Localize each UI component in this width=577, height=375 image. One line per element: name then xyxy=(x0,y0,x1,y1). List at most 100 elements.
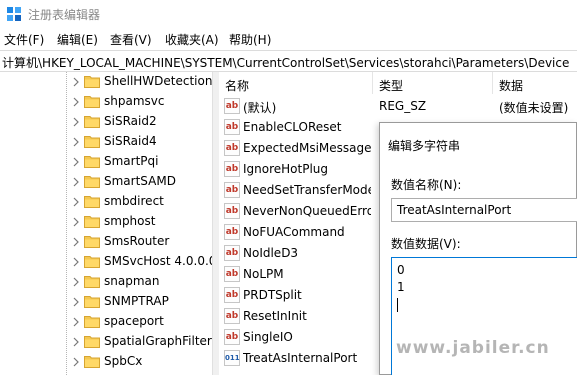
value-name: TreatAsInternalPort xyxy=(243,351,358,365)
tree-item[interactable]: SmartPqi xyxy=(0,152,212,172)
folder-icon xyxy=(84,256,100,268)
expand-arrow-icon[interactable] xyxy=(71,236,81,248)
expand-arrow-icon[interactable] xyxy=(71,256,81,268)
string-value-icon: ab xyxy=(224,161,240,177)
value-name: PRDTSplit xyxy=(243,288,302,302)
menu-view[interactable]: 查看(V) xyxy=(110,31,152,48)
folder-icon xyxy=(84,96,100,108)
folder-icon xyxy=(84,76,100,88)
folder-icon xyxy=(84,276,100,288)
menu-file[interactable]: 文件(F) xyxy=(4,31,44,48)
tree-item-label: shpamsvc xyxy=(104,94,165,108)
tree-item[interactable]: smbdirect xyxy=(0,192,212,212)
tree-item-label: SmartSAMD xyxy=(104,174,176,188)
tree-item-label: smphost xyxy=(104,214,156,228)
dialog-title: 编辑多字符串 xyxy=(388,139,461,153)
folder-icon xyxy=(84,196,100,208)
value-row[interactable]: ab (默认) REG_SZ (数值未设置) xyxy=(219,96,577,117)
tree-item-label: SpbCx xyxy=(104,354,143,368)
value-type: REG_SZ xyxy=(379,99,427,113)
folder-icon xyxy=(84,156,100,168)
value-name-field[interactable]: TreatAsInternalPort xyxy=(391,198,577,222)
string-value-icon: ab xyxy=(224,266,240,282)
tree-item-label: SpatialGraphFilter xyxy=(104,334,212,348)
value-name: SingleIO xyxy=(243,330,293,344)
expand-arrow-icon[interactable] xyxy=(71,356,81,368)
expand-arrow-icon[interactable] xyxy=(71,336,81,348)
tree-item[interactable]: SiSRaid2 xyxy=(0,112,212,132)
folder-icon xyxy=(84,316,100,328)
value-name-label: 数值名称(N): xyxy=(391,178,462,192)
menu-favorites[interactable]: 收藏夹(A) xyxy=(165,31,219,48)
expand-arrow-icon[interactable] xyxy=(71,276,81,288)
string-value-icon: ab xyxy=(224,329,240,345)
tree-item[interactable]: SiSRaid4 xyxy=(0,132,212,152)
value-name: (默认) xyxy=(243,101,277,115)
binary-value-icon: 011 xyxy=(224,350,240,366)
string-value-icon: ab xyxy=(224,245,240,261)
tree-item-label: SmartPqi xyxy=(104,154,159,168)
expand-arrow-icon[interactable] xyxy=(71,76,81,88)
folder-icon xyxy=(84,176,100,188)
expand-arrow-icon[interactable] xyxy=(71,216,81,228)
tree-item[interactable]: SNMPTRAP xyxy=(0,292,212,312)
tree-item-label: SmsRouter xyxy=(104,234,170,248)
watermark: www.jabiler.cn xyxy=(396,338,550,358)
tree-item[interactable]: smphost xyxy=(0,212,212,232)
tree-item[interactable]: SmartSAMD xyxy=(0,172,212,192)
tree-item[interactable]: snapman xyxy=(0,272,212,292)
string-value-icon: ab xyxy=(224,308,240,324)
address-path[interactable]: 计算机\HKEY_LOCAL_MACHINE\SYSTEM\CurrentCon… xyxy=(2,54,569,71)
string-value-icon: ab xyxy=(224,119,240,135)
data-line: 1 xyxy=(397,280,405,294)
tree-item[interactable]: spaceport xyxy=(0,312,212,332)
expand-arrow-icon[interactable] xyxy=(71,176,81,188)
expand-arrow-icon[interactable] xyxy=(71,316,81,328)
title-bar: 注册表编辑器 xyxy=(0,0,577,28)
folder-icon xyxy=(84,336,100,348)
pane-splitter[interactable] xyxy=(212,72,219,375)
column-name[interactable]: 名称 xyxy=(219,72,373,94)
value-data: (数值未设置) xyxy=(499,101,569,115)
folder-icon xyxy=(84,116,100,128)
value-name: NeverNonQueuedErrorRecovery xyxy=(243,204,371,218)
tree-item-label: SNMPTRAP xyxy=(104,294,169,308)
expand-arrow-icon[interactable] xyxy=(71,116,81,128)
window-title: 注册表编辑器 xyxy=(28,8,101,22)
column-type[interactable]: 类型 xyxy=(373,72,493,94)
list-header: 名称 类型 数据 xyxy=(219,72,577,94)
tree-item[interactable]: ShellHWDetection xyxy=(0,72,212,92)
folder-icon xyxy=(84,236,100,248)
tree-item[interactable]: SmsRouter xyxy=(0,232,212,252)
tree-item[interactable]: shpamsvc xyxy=(0,92,212,112)
expand-arrow-icon[interactable] xyxy=(71,96,81,108)
tree-item[interactable]: SpatialGraphFilter xyxy=(0,332,212,352)
string-value-icon: ab xyxy=(224,224,240,240)
column-data[interactable]: 数据 xyxy=(493,72,577,94)
value-name: ResetInInit xyxy=(243,309,307,323)
tree-item-label: smbdirect xyxy=(104,194,164,208)
tree-item-label: spaceport xyxy=(104,314,164,328)
value-name: NoIdleD3 xyxy=(243,246,299,260)
address-bar[interactable]: 计算机\HKEY_LOCAL_MACHINE\SYSTEM\CurrentCon… xyxy=(0,50,577,72)
tree-item[interactable]: SpbCx xyxy=(0,352,212,372)
string-value-icon: ab xyxy=(224,287,240,303)
string-value-icon: ab xyxy=(224,140,240,156)
tree-item-label: SiSRaid2 xyxy=(104,114,157,128)
expand-arrow-icon[interactable] xyxy=(71,296,81,308)
expand-arrow-icon[interactable] xyxy=(71,156,81,168)
tree-item-label: SiSRaid4 xyxy=(104,134,157,148)
expand-arrow-icon[interactable] xyxy=(71,136,81,148)
string-value-icon: ab xyxy=(224,98,240,114)
tree-item-label: ShellHWDetection xyxy=(104,74,212,88)
tree-item[interactable]: SMSvcHost 4.0.0.0 xyxy=(0,252,212,272)
value-name: EnableCLOReset xyxy=(243,120,342,134)
string-value-icon: ab xyxy=(224,203,240,219)
tree-item-label: snapman xyxy=(104,274,160,288)
menu-edit[interactable]: 编辑(E) xyxy=(57,31,98,48)
expand-arrow-icon[interactable] xyxy=(71,196,81,208)
tree-pane: ShellHWDetection shpamsvc SiSRaid2 SiSRaid4… xyxy=(0,72,212,375)
menu-bar: 文件(F) 编辑(E) 查看(V) 收藏夹(A) 帮助(H) xyxy=(0,28,577,50)
data-line: 0 xyxy=(397,263,405,277)
menu-help[interactable]: 帮助(H) xyxy=(229,31,271,48)
